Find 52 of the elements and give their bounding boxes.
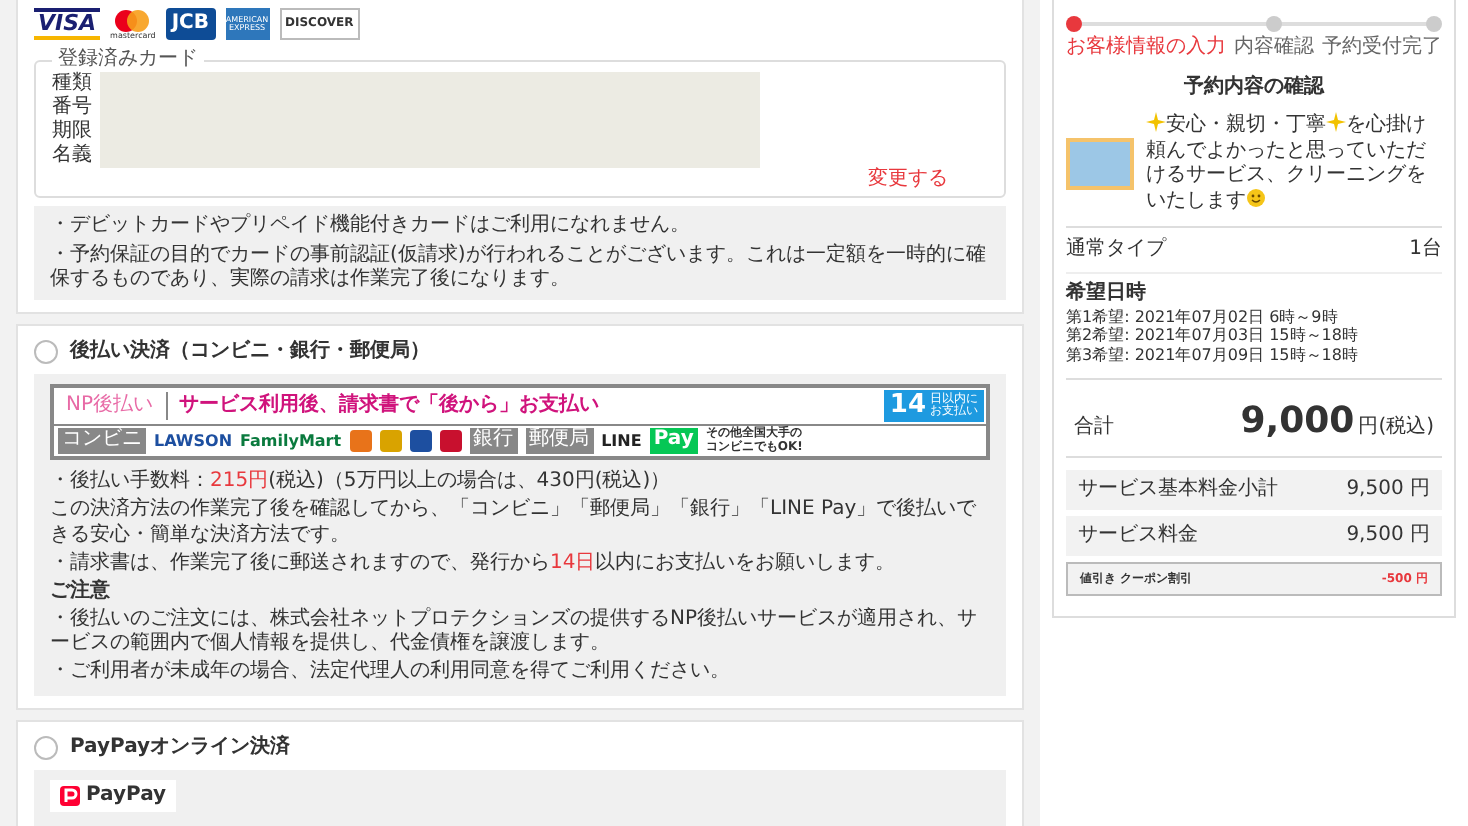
total-unit: 円(税込) <box>1358 415 1434 438</box>
card-field-label: 種類 <box>52 72 92 95</box>
np-logo: NP後払い <box>54 391 168 421</box>
plan-quantity: 1台 <box>1409 238 1442 263</box>
outlet-tag: コンビニ <box>58 428 146 454</box>
payment-note: ・ご利用者が未成年の場合、法定代理人の利用同意を得てご利用ください。 <box>50 660 732 686</box>
change-card-link[interactable]: 変更する <box>868 168 948 191</box>
total-amount: 9,000 <box>1240 399 1355 442</box>
preferred-date: 第1希望: 2021年07月02日 6時～9時 <box>1066 307 1340 326</box>
store-name: FamilyMart <box>240 431 342 451</box>
total-label: 合計 <box>1074 415 1114 440</box>
outlet-tag: 郵便局 <box>525 428 594 454</box>
price-amount: 9,500 円 <box>1346 523 1430 549</box>
step-label: お客様情報の入力 <box>1066 36 1226 61</box>
paypay-logo: PayPay <box>50 779 177 813</box>
step-label: 内容確認 <box>1234 36 1314 61</box>
payment-note: この決済方法の作業完了後を確認してから、「コンビニ」「郵便局」「銀行」「LINE Pay」で後払いできる安心・簡単な決済方法です。 <box>50 498 979 548</box>
card-field-label: 番号 <box>52 96 92 119</box>
preferred-date: 第3希望: 2021年07月09日 15時～18時 <box>1066 346 1360 366</box>
visa-logo: VISA <box>34 8 101 40</box>
sparkle-icon <box>1326 112 1346 133</box>
banner-message: サービス利用後、請求書で「後から」お支払い <box>177 393 602 419</box>
summary-title: 予約内容の確認 <box>1182 76 1327 101</box>
card-field-label: 名義 <box>52 144 92 169</box>
radio-button[interactable] <box>34 340 58 365</box>
card-note: ・予約保証の目的でカードの事前認証(仮請求)が行われることがございます。これは一定額を一時的に確保するものであり、実際の請求は作業完了後になります。 <box>50 243 988 292</box>
store-name: LAWSON <box>154 431 233 451</box>
price-amount: 9,500 円 <box>1346 477 1430 502</box>
payment-method-label: 後払い決済（コンビニ・銀行・郵便局） <box>70 339 430 365</box>
payment-note: ・後払いのご注文には、株式会社ネットプロテクションズの提供するNP後払いサービスが適用され、サービスの範囲内で個人情報を提供し、代金債権を譲渡します。 <box>50 608 980 657</box>
jcb-logo: JCB <box>165 8 216 40</box>
dates-heading: 希望日時 <box>1066 282 1148 307</box>
registered-card-legend: 登録済みカード <box>52 48 204 73</box>
price-label: サービス料金 <box>1078 523 1198 549</box>
price-label: サービス基本料金小計 <box>1078 477 1278 502</box>
smiley-icon <box>1246 187 1266 208</box>
payment-note: ・請求書は、作業完了後に郵送されますので、発行から 14日以内にお支払いをお願いします。 <box>50 551 898 576</box>
outlet-tag: 銀行 <box>469 428 518 454</box>
step-label: 予約受付完了 <box>1322 36 1442 61</box>
radio-button[interactable] <box>34 735 58 760</box>
card-note: ・デビットカードやプリペイド機能付きカードはご利用になれません。 <box>50 214 692 240</box>
service-description: 安心・親切・丁寧 を心掛け頼んでよかったと思っていただけるサービス、クリーニングをいたします <box>1146 112 1428 215</box>
preferred-date: 第2希望: 2021年07月03日 15時～18時 <box>1066 326 1360 346</box>
pay-tag: Pay <box>649 428 698 454</box>
photo-placeholder <box>1066 137 1134 190</box>
plan-label: 通常タイプ <box>1066 238 1166 263</box>
notes-heading: ご注意 <box>50 579 112 605</box>
card-field-label: 期限 <box>52 120 92 144</box>
store-name: LINE <box>601 431 642 451</box>
sparkle-icon <box>1146 112 1166 133</box>
payment-note: ・後払い手数料：215円(税込)（5万円以上の場合は、430円(税込)） <box>50 470 673 495</box>
payment-method-label: PayPayオンライン決済 <box>70 735 291 760</box>
